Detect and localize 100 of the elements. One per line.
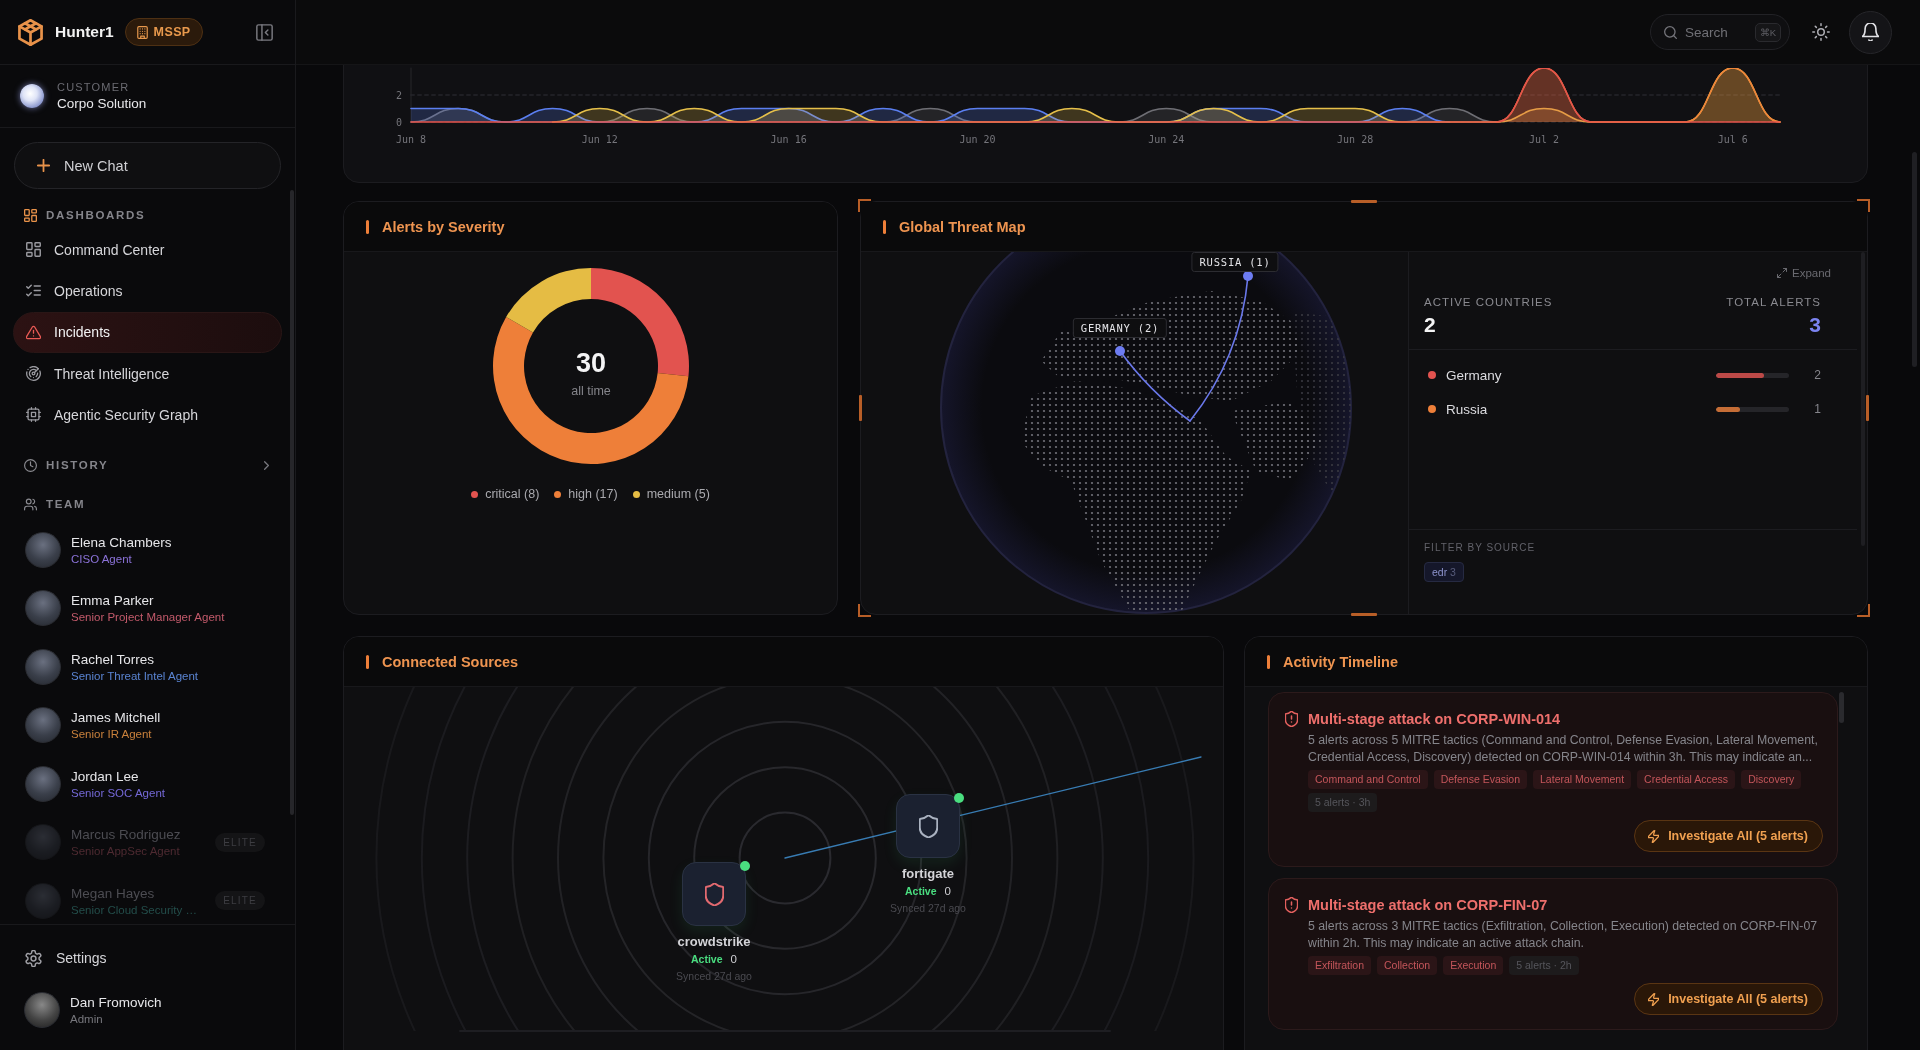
card-title: Alerts by Severity [382,218,505,235]
axis-label: 0 [395,116,402,128]
shortcut-hint: ⌘K [1754,22,1781,42]
theme-toggle-button[interactable] [1812,23,1830,41]
filter-label: FILTER BY SOURCE [1424,542,1537,553]
avatar [25,707,61,744]
investigate-button[interactable]: Investigate All (5 alerts) [1634,820,1823,852]
investigate-button[interactable]: Investigate All (5 alerts) [1634,983,1823,1015]
avatar [25,765,61,802]
nav-item[interactable]: Incidents [13,311,282,353]
expand-icon [1777,268,1787,278]
corner-bracket-icon [1857,604,1870,617]
nav-item[interactable]: Operations [13,270,282,312]
checklist-icon [26,283,41,299]
user-role: Admin [70,1013,104,1025]
map-label: RUSSIA (1) [1191,252,1279,272]
section-title: TEAM [46,498,86,511]
new-chat-button[interactable]: New Chat [14,142,281,189]
avatar [25,882,61,919]
avatar [25,590,61,627]
user-name: Dan Fromovich [70,995,162,1010]
customer-name[interactable]: Corpo Solution [57,96,147,111]
member-name[interactable]: James Mitchell [71,710,161,726]
source-node[interactable] [682,862,746,926]
location-marker-icon[interactable] [1115,346,1125,356]
source-status: Active [691,952,723,967]
tactic-tag: Collection [1377,956,1438,975]
stat-value: 3 [1809,313,1821,337]
tactic-tag: Lateral Movement [1533,770,1632,789]
accent-bar-icon [366,219,369,234]
alert-title[interactable]: Multi-stage attack on CORP-WIN-014 [1308,710,1561,728]
grid-icon [26,242,41,258]
alert-description: 5 alerts across 5 MITRE tactics (Command and Control, Defense Evasion, Lateral Movement, Credential Access, Discovery) detected on CORP-WIN-014 within 3h. This may indicate an... [1308,732,1819,766]
member-role: Senior Threat Intel Agent [71,669,198,682]
notifications-button[interactable] [1849,10,1892,54]
corner-bracket-icon [858,199,871,212]
country-name: Germany [1446,367,1502,383]
axis-label: Jun 28 [1337,134,1374,145]
settings-icon [25,949,42,967]
member-name[interactable]: Elena Chambers [71,534,172,550]
member-role: Senior Cloud Security … [71,903,197,916]
grid-icon [24,208,37,222]
tactic-tag: Discovery [1741,770,1802,789]
clock-icon [24,459,37,472]
avatar [25,648,61,685]
card-title: Connected Sources [382,653,519,670]
bell-icon [1862,23,1879,41]
alert-count-tag: 5 alerts · 3h [1308,793,1378,812]
scrollbar-thumb[interactable] [1912,152,1917,367]
tactic-tag: Command and Control [1308,770,1428,789]
member-name[interactable]: Rachel Torres [71,651,198,667]
country-name: Russia [1446,401,1488,417]
edge-tick-icon [1351,613,1377,616]
settings-button[interactable]: Settings [0,939,132,977]
plan-label: MSSP [153,25,191,39]
collapse-sidebar-button[interactable] [256,23,273,41]
member-role: Senior AppSec Agent [71,845,181,858]
total-caption: all time [570,384,611,398]
source-status: Active [905,884,937,899]
plus-icon [37,159,50,172]
source-filter-chip[interactable]: edr 3 [1424,562,1464,582]
member-role: Senior IR Agent [71,728,153,741]
corner-bracket-icon [858,604,871,617]
edge-tick-icon [1351,200,1377,203]
panel-icon [256,23,273,41]
avatar[interactable] [24,992,60,1028]
member-name[interactable]: Jordan Lee [71,768,165,784]
brand-name: Hunter1 [55,23,114,41]
sync-time: Synced 27d ago [676,969,752,983]
users-icon [24,498,37,511]
location-marker-icon[interactable] [1243,271,1253,281]
tactic-tag: Exfiltration [1308,956,1372,975]
history-toggle[interactable]: HISTORY [0,456,295,475]
corner-bracket-icon [1857,199,1870,212]
shield-alert-icon [1285,897,1298,913]
building-icon [136,25,148,39]
alert-title[interactable]: Multi-stage attack on CORP-FIN-07 [1308,896,1548,914]
customer-avatar [20,84,44,108]
legend-label: medium (5) [646,487,710,501]
axis-label: 2 [395,89,402,101]
nav-item[interactable]: Command Center [13,229,282,271]
member-name[interactable]: Emma Parker [71,593,225,609]
scrollbar-thumb[interactable] [1839,692,1844,723]
edge-tick-icon [1866,395,1869,421]
tactic-tag: Credential Access [1637,770,1736,789]
section-title: DASHBOARDS [46,209,146,221]
axis-label: Jun 8 [395,134,427,145]
axis-label: Jul 2 [1528,134,1559,145]
edge-tick-icon [859,395,862,421]
member-role: CISO Agent [71,552,133,565]
source-node[interactable] [896,794,960,858]
accent-bar-icon [883,219,886,234]
card-title: Global Threat Map [899,218,1026,235]
search-input[interactable]: Search [1685,24,1739,40]
axis-label: Jul 6 [1717,134,1748,145]
expand-button[interactable]: Expand [1777,264,1831,282]
nav-item[interactable]: Threat Intelligence [13,352,282,395]
nav-item[interactable]: Agentic Security Graph [13,394,282,436]
avatar [25,824,61,861]
map-label: GERMANY (2) [1072,318,1168,338]
